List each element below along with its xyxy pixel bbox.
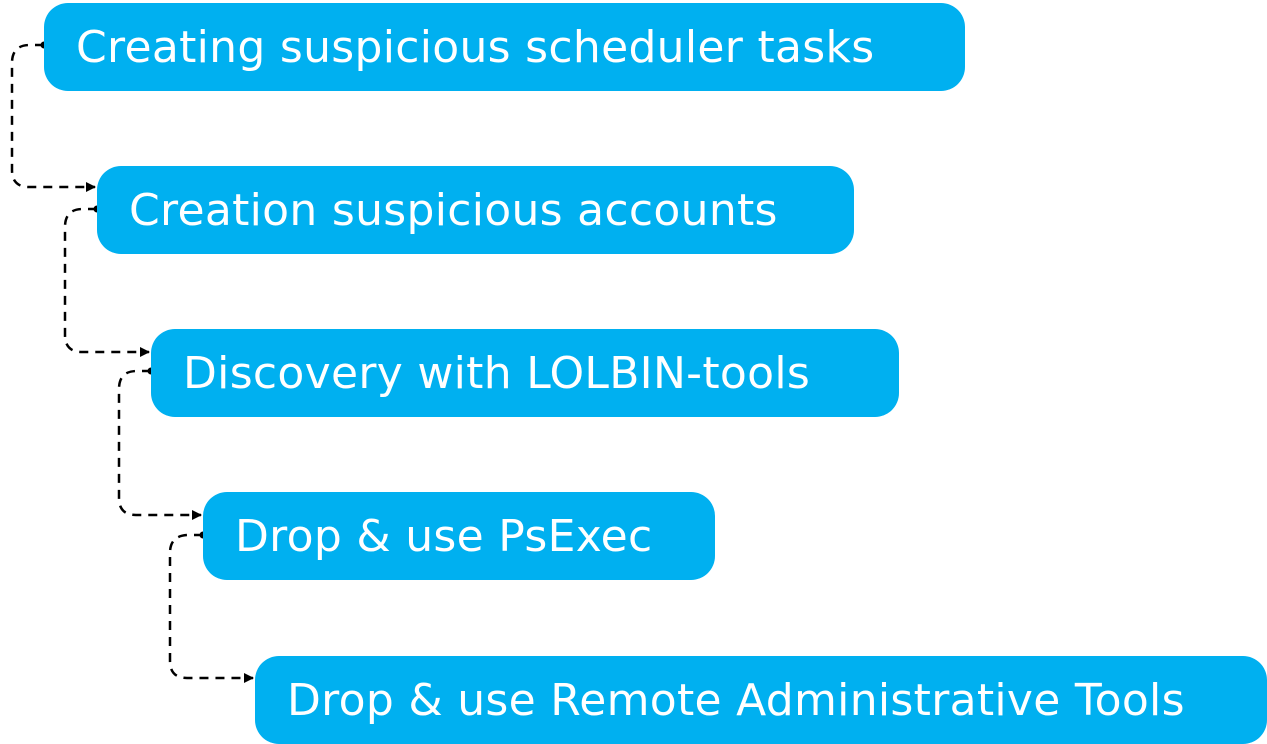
- step-box-1: Creating suspicious scheduler tasks: [44, 3, 965, 91]
- step-box-3: Discovery with LOLBIN-tools: [151, 329, 899, 417]
- step-label: Discovery with LOLBIN-tools: [183, 347, 811, 399]
- step-box-5: Drop & use Remote Administrative Tools: [255, 656, 1267, 744]
- step-box-2: Creation suspicious accounts: [97, 166, 854, 254]
- step-box-4: Drop & use PsExec: [203, 492, 715, 580]
- step-label: Drop & use Remote Administrative Tools: [287, 674, 1185, 726]
- step-label: Drop & use PsExec: [235, 510, 653, 562]
- step-label: Creating suspicious scheduler tasks: [76, 21, 875, 73]
- step-label: Creation suspicious accounts: [129, 184, 778, 236]
